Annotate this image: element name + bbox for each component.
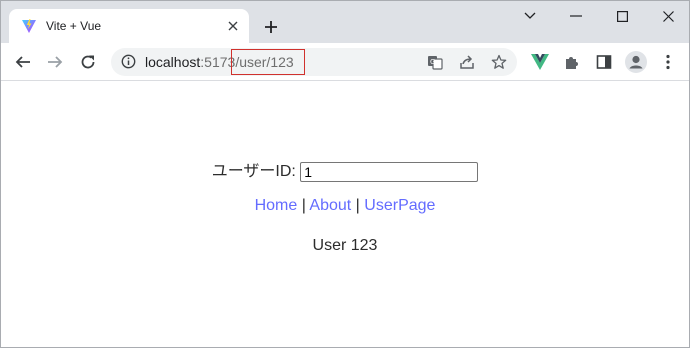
tab-vite-vue[interactable]: Vite + Vue [9, 9, 249, 43]
maximize-icon[interactable] [599, 1, 645, 31]
reload-icon[interactable] [75, 49, 101, 75]
more-menu-icon[interactable] [655, 49, 681, 75]
chevron-down-icon[interactable] [507, 1, 553, 31]
vite-logo-icon [22, 19, 36, 33]
browser-window: Vite + Vue localhost:5173/user/123 G ユーザ… [0, 0, 690, 348]
minimize-icon[interactable] [553, 1, 599, 31]
url-host: localhost [145, 54, 201, 70]
tab-strip: Vite + Vue [1, 1, 689, 43]
nav-separator: | [351, 197, 365, 214]
nav-links: Home | About | UserPage [1, 197, 689, 215]
user-id-input[interactable] [300, 161, 479, 182]
home-link[interactable]: Home [255, 197, 298, 214]
new-tab-icon[interactable] [259, 15, 283, 39]
tab-title: Vite + Vue [46, 19, 102, 33]
page-content: ユーザーID: Home | About | UserPage User 123 [1, 81, 689, 347]
user-display-text: User 123 [312, 237, 378, 254]
address-bar[interactable]: localhost:5173/user/123 G [111, 48, 517, 76]
close-window-icon[interactable] [645, 1, 689, 31]
bookmark-star-icon[interactable] [491, 54, 507, 75]
browser-toolbar: localhost:5173/user/123 G [1, 43, 689, 81]
back-icon[interactable] [10, 49, 36, 75]
extensions-puzzle-icon[interactable] [559, 49, 585, 75]
forward-icon[interactable] [42, 49, 68, 75]
info-icon[interactable] [121, 54, 136, 74]
side-panel-icon[interactable] [591, 49, 617, 75]
user-id-label: ユーザーID: [211, 163, 296, 180]
close-tab-icon[interactable] [225, 18, 241, 34]
share-icon[interactable] [459, 54, 475, 75]
user-id-row: ユーザーID: [1, 157, 689, 182]
vue-devtools-icon[interactable] [527, 49, 553, 75]
userpage-link[interactable]: UserPage [364, 197, 435, 214]
translate-icon[interactable]: G [427, 54, 443, 75]
profile-avatar-icon[interactable] [623, 49, 649, 75]
svg-text:G: G [430, 58, 435, 66]
nav-separator: | [297, 197, 310, 214]
url-path-highlight [231, 49, 305, 75]
about-link[interactable]: About [309, 197, 351, 214]
